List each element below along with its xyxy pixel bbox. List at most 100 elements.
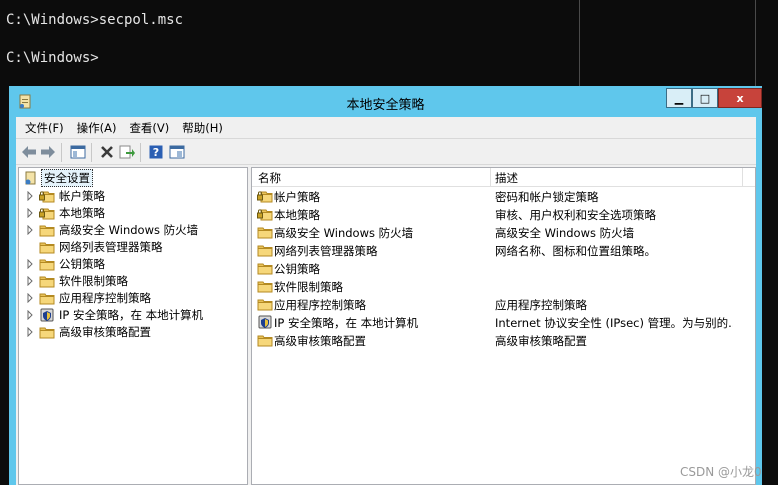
close-button[interactable]: x — [718, 88, 762, 108]
close-icon: x — [736, 91, 744, 105]
tree-item[interactable]: 本地策略 — [19, 204, 247, 221]
export-list-button[interactable] — [118, 143, 136, 161]
folder-icon — [257, 335, 273, 347]
list-header: 名称 描述 — [252, 168, 755, 187]
list-item-name: 帐户策略 — [274, 190, 320, 204]
folder-icon — [39, 327, 55, 338]
folder-icon — [39, 276, 55, 287]
console-tree-pane[interactable]: 安全设置 帐户策略 本地策略 高级安全 Windows 防火墙 网络列表管理器策略 公钥… — [18, 167, 248, 485]
tree-item-label: 网络列表管理器策略 — [59, 239, 163, 254]
maximize-icon: □ — [699, 91, 711, 105]
list-item-name: 软件限制策略 — [274, 280, 343, 294]
list-item[interactable]: 应用程序控制策略 应用程序控制策略 — [252, 295, 755, 313]
tree-item-security-settings[interactable]: 安全设置 — [19, 168, 247, 187]
help-icon: ? — [149, 145, 163, 159]
watermark: CSDN @小龙0 — [680, 465, 762, 479]
toolbar-separator — [140, 143, 141, 162]
tree-item-label: 安全设置 — [41, 168, 93, 187]
forward-button[interactable] — [39, 143, 57, 161]
properties-button[interactable] — [168, 143, 186, 161]
back-arrow-icon — [22, 146, 36, 158]
ipsec-icon — [258, 315, 272, 329]
column-header-description[interactable]: 描述 — [495, 170, 518, 186]
list-item[interactable]: 网络列表管理器策略 网络名称、图标和位置组策略。 — [252, 241, 755, 259]
folder-icon — [257, 281, 273, 293]
delete-icon — [101, 146, 113, 158]
tree-item[interactable]: 帐户策略 — [19, 187, 247, 204]
minimize-icon: ▁ — [674, 91, 684, 105]
tree-item[interactable]: IP 安全策略，在 本地计算机 — [19, 306, 247, 323]
tree-item[interactable]: 软件限制策略 — [19, 272, 247, 289]
column-divider[interactable] — [742, 168, 743, 187]
console-window: C:\Windows>secpol.msc C:\Windows> — [0, 0, 778, 90]
tree-item[interactable]: 网络列表管理器策略 — [19, 238, 247, 255]
tree-item[interactable]: 公钥策略 — [19, 255, 247, 272]
folder-lock-icon — [257, 209, 273, 221]
expand-arrow-icon[interactable] — [26, 292, 34, 303]
tree-item[interactable]: 高级审核策略配置 — [19, 323, 247, 340]
export-list-icon — [119, 145, 135, 159]
list-item-description: 高级审核策略配置 — [495, 334, 587, 348]
menu-help[interactable]: 帮助(H) — [182, 120, 223, 136]
toolbar-separator — [91, 143, 92, 162]
expand-arrow-icon[interactable] — [26, 207, 34, 218]
tree-item[interactable]: 应用程序控制策略 — [19, 289, 247, 306]
security-settings-icon — [25, 171, 36, 184]
help-button[interactable]: ? — [147, 143, 165, 161]
tree-item-label: 公钥策略 — [59, 256, 105, 271]
forward-arrow-icon — [41, 146, 55, 158]
delete-button[interactable] — [98, 143, 116, 161]
details-list-pane[interactable]: 名称 描述 帐户策略 密码和帐户锁定策略本地策略 审核、用户权利和安全选项策略 高级安… — [251, 167, 756, 485]
console-line-command: C:\Windows>secpol.msc — [6, 12, 184, 28]
list-item-description: Internet 协议安全性 (IPsec) 管理。为与别的... — [495, 316, 733, 330]
title-bar[interactable]: 本地安全策略 ▁ □ x — [9, 86, 762, 117]
list-item-name: 公钥策略 — [274, 262, 320, 276]
back-button[interactable] — [20, 143, 38, 161]
list-item-description: 网络名称、图标和位置组策略。 — [495, 244, 656, 258]
tree-item-label: IP 安全策略，在 本地计算机 — [59, 307, 204, 322]
console-line-prompt: C:\Windows> — [6, 50, 99, 66]
console-background — [762, 90, 778, 485]
folder-icon — [39, 225, 55, 236]
svg-text:?: ? — [153, 146, 159, 159]
maximize-button[interactable]: □ — [692, 88, 718, 108]
list-item[interactable]: 公钥策略 — [252, 259, 755, 277]
folder-icon — [257, 299, 273, 311]
list-item-description: 审核、用户权利和安全选项策略 — [495, 208, 656, 222]
menu-action[interactable]: 操作(A) — [77, 120, 117, 136]
list-item[interactable]: 帐户策略 密码和帐户锁定策略 — [252, 187, 755, 205]
list-item[interactable]: 本地策略 审核、用户权利和安全选项策略 — [252, 205, 755, 223]
expand-arrow-icon[interactable] — [26, 258, 34, 269]
menu-file[interactable]: 文件(F) — [25, 120, 64, 136]
menu-view[interactable]: 查看(V) — [129, 120, 169, 136]
list-item-description: 应用程序控制策略 — [495, 298, 587, 312]
column-divider[interactable] — [490, 168, 491, 187]
expand-arrow-icon[interactable] — [26, 190, 34, 201]
toolbar: ? — [16, 138, 756, 165]
list-item[interactable]: IP 安全策略，在 本地计算机 Internet 协议安全性 (IPsec) 管理… — [252, 313, 755, 331]
tree-item-label: 高级审核策略配置 — [59, 324, 151, 339]
minimize-button[interactable]: ▁ — [666, 88, 692, 108]
folder-icon — [257, 263, 273, 275]
local-security-policy-window: 本地安全策略 ▁ □ x 文件(F) 操作(A) 查看(V) 帮助(H) ? 安… — [9, 86, 762, 485]
show-hide-tree-icon — [70, 145, 86, 159]
tree-item-label: 帐户策略 — [59, 188, 105, 203]
expand-arrow-icon[interactable] — [26, 224, 34, 235]
list-item-name: 本地策略 — [274, 208, 320, 222]
folder-icon — [39, 242, 55, 253]
show-hide-tree-button[interactable] — [69, 143, 87, 161]
folder-lock-icon — [257, 191, 273, 203]
expand-arrow-icon[interactable] — [26, 275, 34, 286]
list-item[interactable]: 软件限制策略 — [252, 277, 755, 295]
list-item[interactable]: 高级审核策略配置 高级审核策略配置 — [252, 331, 755, 349]
column-header-name[interactable]: 名称 — [258, 170, 281, 186]
folder-lock-icon — [39, 190, 55, 202]
expand-arrow-icon[interactable] — [26, 326, 34, 337]
expand-arrow-icon[interactable] — [26, 309, 34, 320]
folder-icon — [39, 293, 55, 304]
list-item[interactable]: 高级安全 Windows 防火墙 高级安全 Windows 防火墙 — [252, 223, 755, 241]
tree-item-label: 软件限制策略 — [59, 273, 128, 288]
ipsec-icon — [40, 308, 54, 321]
tree-item[interactable]: 高级安全 Windows 防火墙 — [19, 221, 247, 238]
window-title: 本地安全策略 — [346, 98, 425, 113]
